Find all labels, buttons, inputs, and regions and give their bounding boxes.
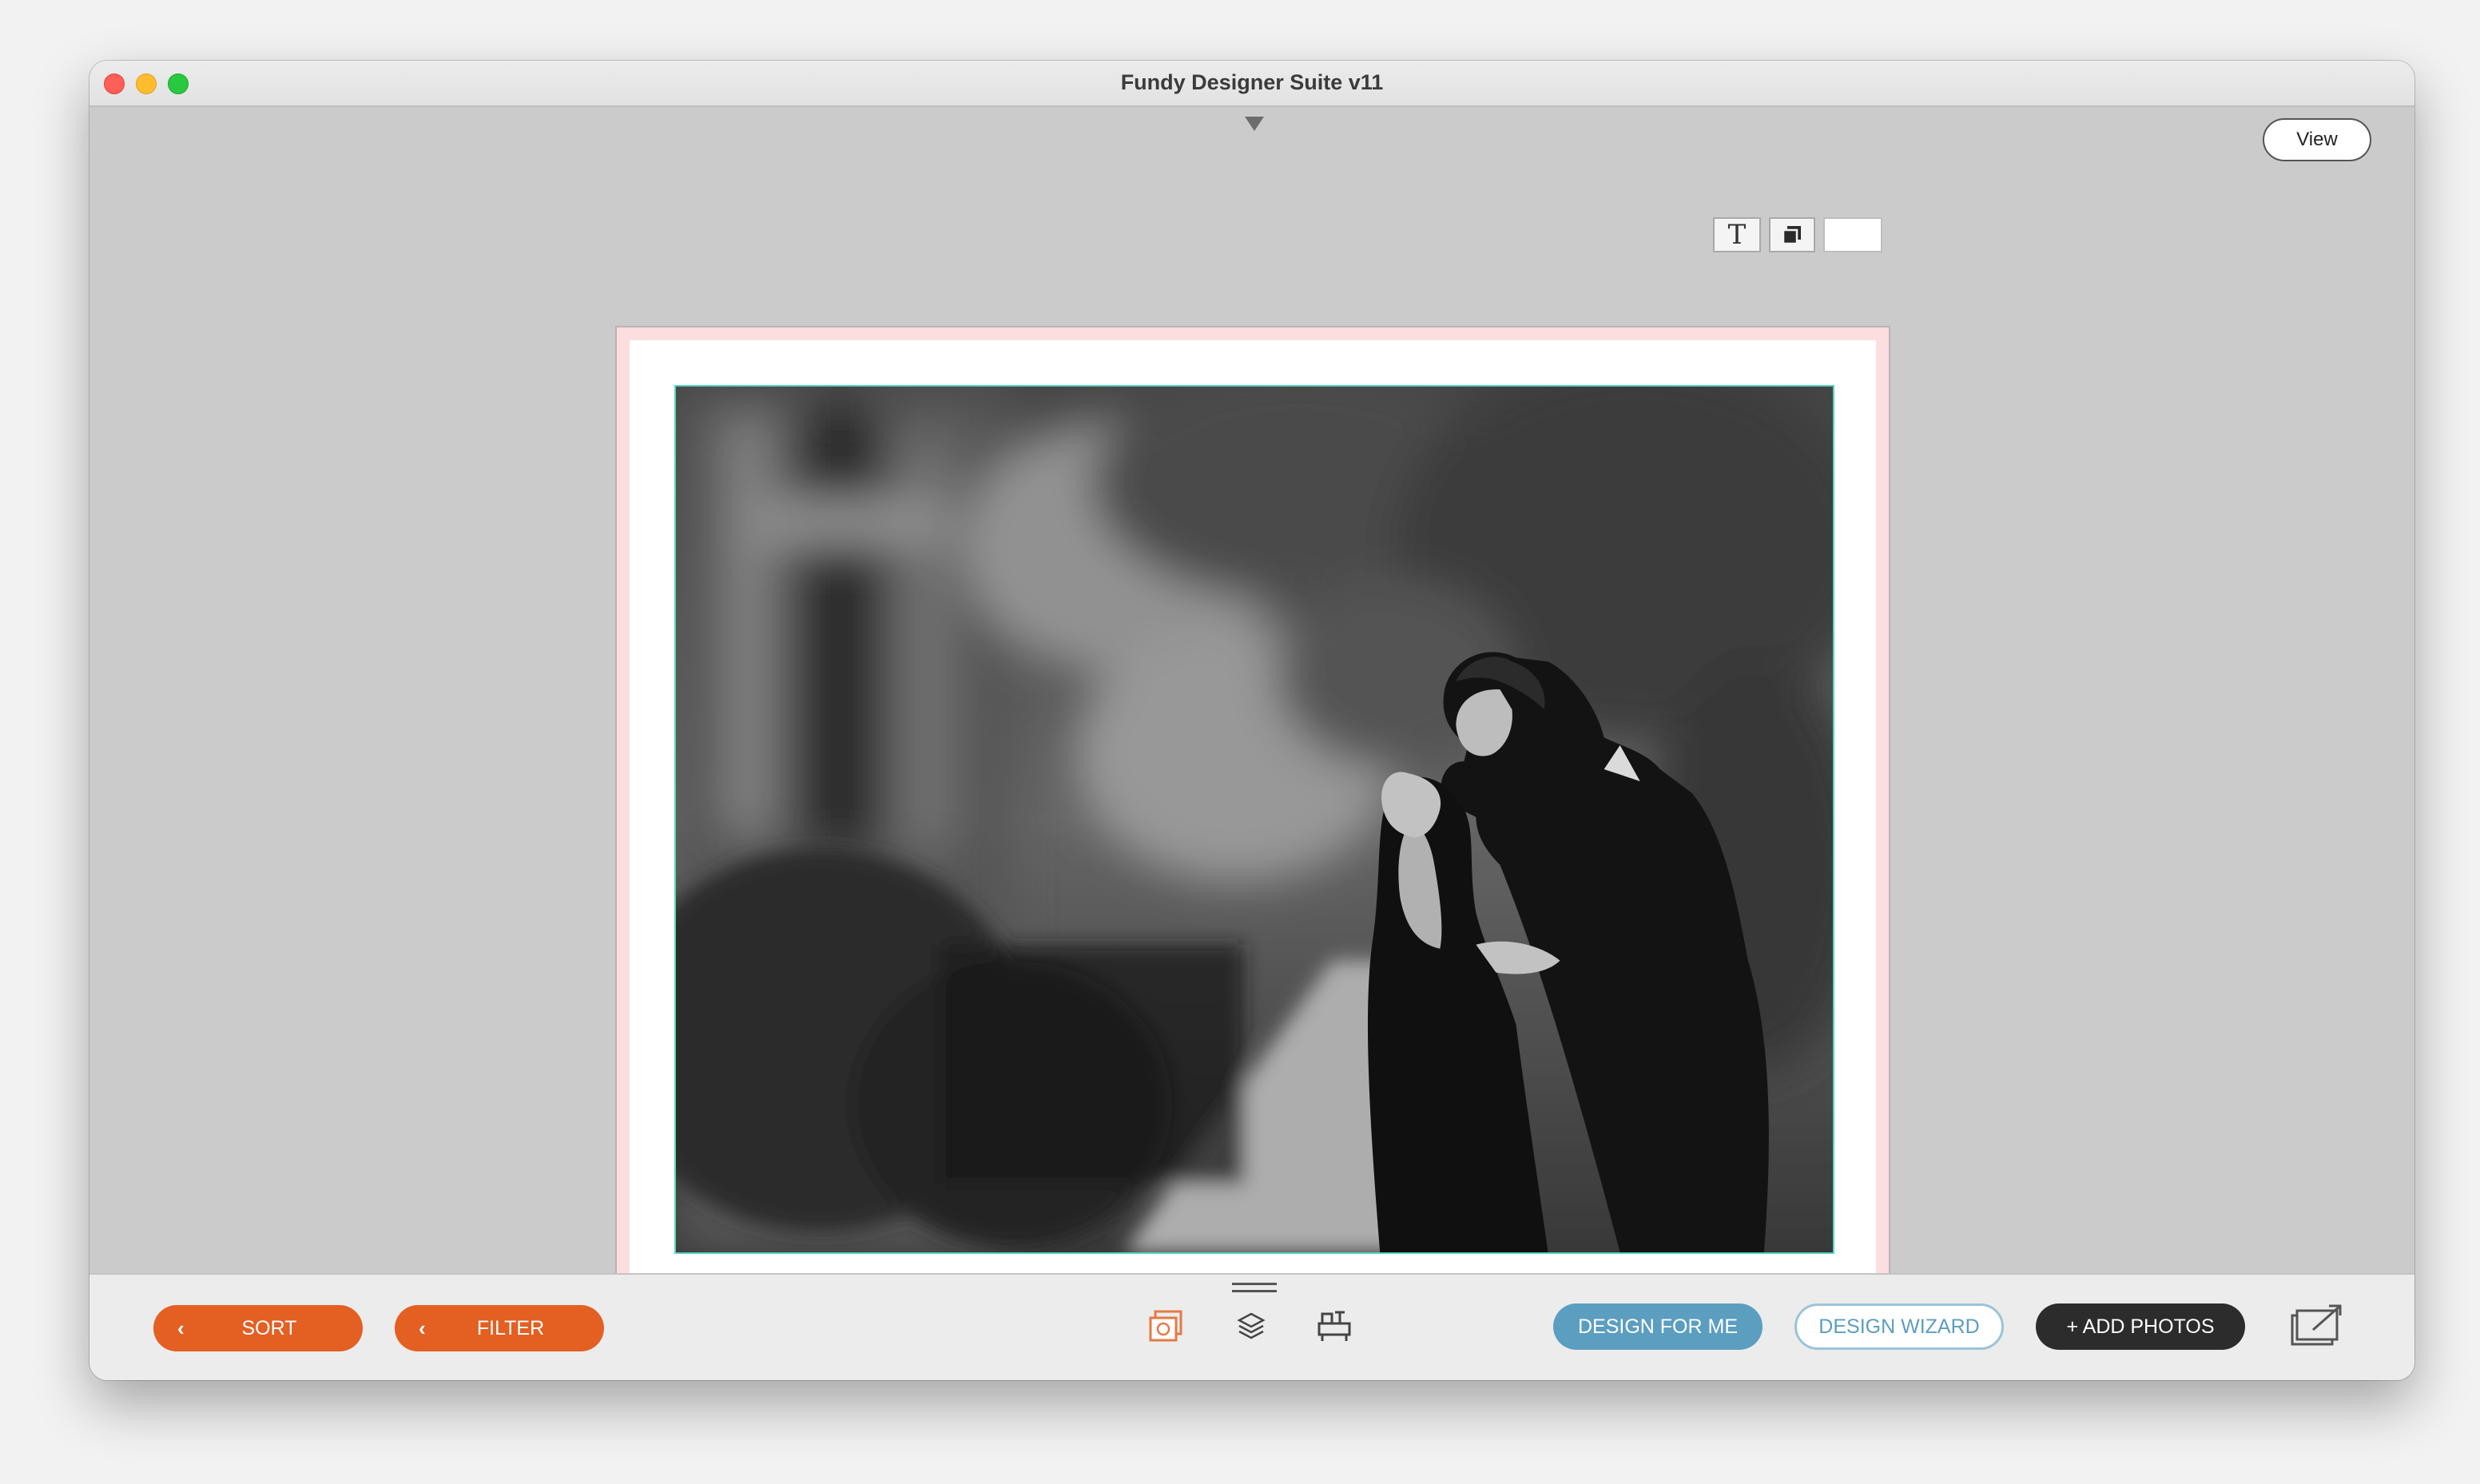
background-color-swatch[interactable] — [1823, 217, 1882, 252]
panel-view-button[interactable] — [1312, 1303, 1357, 1348]
chevron-left-icon: ‹ — [177, 1315, 185, 1340]
gallery-icon — [1149, 1310, 1182, 1342]
couple-photo — [676, 387, 1833, 1252]
add-photos-button[interactable]: + ADD PHOTOS — [2036, 1303, 2245, 1350]
album-spread[interactable] — [615, 326, 1890, 1311]
bottom-toolbar: ‹ SORT ‹ FILTER DESIGN FOR ME DESIGN WIZ… — [89, 1273, 2414, 1380]
gallery-view-button[interactable] — [1144, 1303, 1189, 1348]
export-icon — [2291, 1304, 2342, 1346]
sort-label: SORT — [241, 1316, 297, 1339]
title-bar: Fundy Designer Suite v11 — [89, 61, 2414, 107]
filter-label: FILTER — [476, 1316, 545, 1339]
sort-button[interactable]: ‹ SORT — [153, 1305, 363, 1351]
text-tool-button[interactable]: T — [1713, 217, 1761, 252]
photo-frame[interactable] — [674, 385, 1834, 1254]
arrange-tool-button[interactable] — [1769, 217, 1815, 252]
view-button[interactable]: View — [2263, 118, 2371, 161]
window-title: Fundy Designer Suite v11 — [1120, 70, 1384, 94]
layers-view-button[interactable] — [1229, 1303, 1274, 1348]
app-window: Fundy Designer Suite v11 View T ‹ SORT ‹… — [89, 61, 2414, 1380]
design-for-me-button[interactable]: DESIGN FOR ME — [1553, 1303, 1763, 1350]
panel-icon — [1318, 1311, 1351, 1341]
design-canvas: View T — [89, 107, 2414, 1311]
dropdown-arrow-icon[interactable] — [1245, 117, 1264, 131]
resize-grip-icon[interactable] — [1232, 1283, 1277, 1292]
export-button[interactable] — [2287, 1299, 2347, 1351]
filter-button[interactable]: ‹ FILTER — [395, 1305, 604, 1351]
arrange-icon — [1782, 226, 1801, 245]
chevron-left-icon: ‹ — [419, 1315, 426, 1340]
page — [630, 340, 1876, 1297]
layers-icon — [1237, 1312, 1266, 1339]
design-wizard-button[interactable]: DESIGN WIZARD — [1794, 1303, 2004, 1350]
